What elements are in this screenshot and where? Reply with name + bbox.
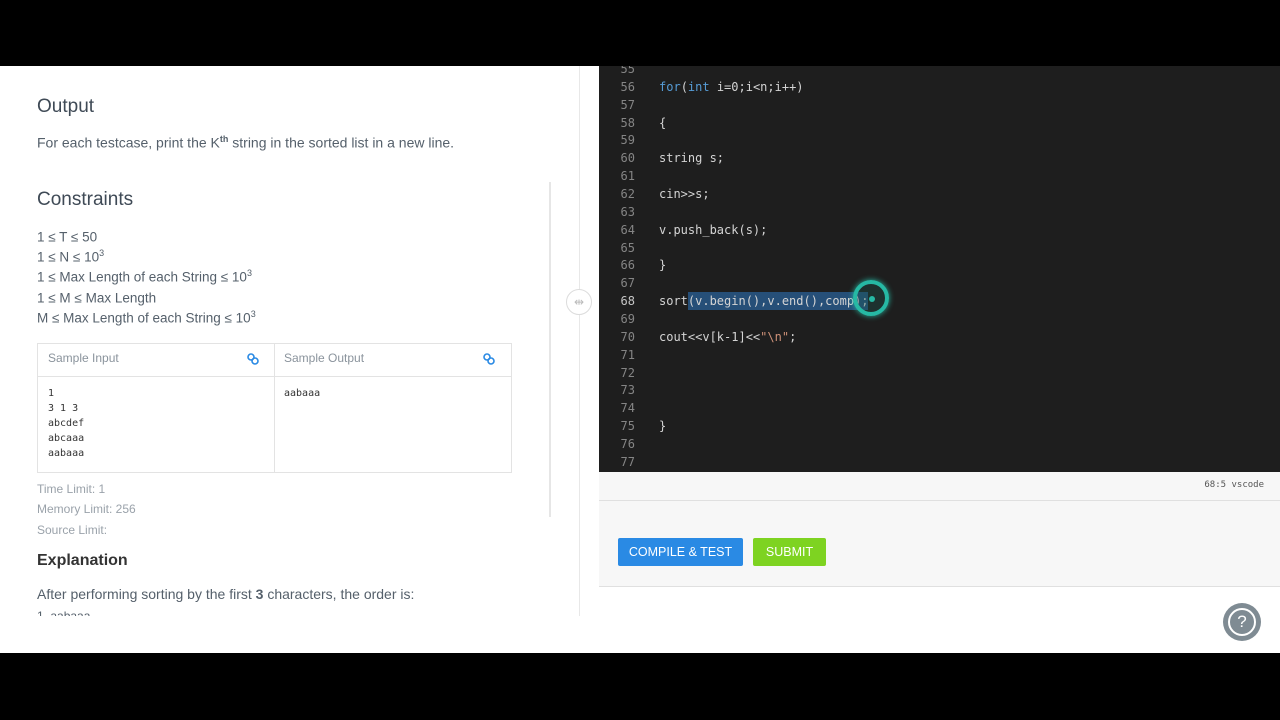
code-line[interactable]: } bbox=[659, 419, 666, 433]
line-number: 59 bbox=[620, 133, 635, 148]
splitter-handle-icon[interactable]: ⇹ bbox=[566, 289, 592, 315]
line-number: 63 bbox=[620, 204, 635, 219]
cursor-dot-icon bbox=[869, 296, 875, 302]
code-line[interactable]: { bbox=[659, 116, 666, 130]
sample-input-value: 1 3 1 3 abcdef abcaaa aabaaa bbox=[48, 388, 85, 459]
line-number: 62 bbox=[620, 187, 635, 202]
source-limit: Source Limit: bbox=[37, 523, 108, 537]
line-number: 56 bbox=[620, 79, 635, 94]
constraint-item: M ≤ Max Length of each String ≤ 103 bbox=[37, 309, 256, 326]
code-line[interactable]: v.push_back(s); bbox=[659, 223, 767, 237]
compile-test-button[interactable]: COMPILE & TEST bbox=[618, 538, 743, 566]
line-number: 73 bbox=[620, 383, 635, 398]
line-number: 58 bbox=[620, 115, 635, 130]
code-line[interactable]: } bbox=[659, 258, 666, 272]
editor-statusbar: 68:5 vscode bbox=[599, 472, 1280, 501]
output-text-before: For each testcase, print the K bbox=[37, 134, 220, 151]
line-number: 76 bbox=[620, 437, 635, 452]
line-number: 77 bbox=[620, 454, 635, 469]
line-number: 70 bbox=[620, 329, 635, 344]
line-number: 55 bbox=[620, 66, 635, 76]
line-number: 67 bbox=[620, 276, 635, 291]
sample-table: Sample Input Sample Output 1 3 1 3 abcde… bbox=[37, 343, 512, 473]
problem-scrollbar[interactable] bbox=[549, 182, 551, 517]
cursor-position: 68:5 vscode bbox=[1204, 480, 1264, 490]
output-text-after: string in the sorted list in a new line. bbox=[228, 134, 455, 151]
code-editor[interactable]: 55 56 for(int i=0;i<n;i++) 57 58 {59 60 string … bbox=[599, 66, 1280, 472]
line-number: 65 bbox=[620, 240, 635, 255]
line-number: 74 bbox=[620, 401, 635, 416]
constraint-item: 1 ≤ M ≤ Max Length bbox=[37, 290, 157, 306]
help-button[interactable]: ? bbox=[1223, 603, 1261, 641]
help-icon: ? bbox=[1228, 608, 1256, 636]
explanation-title: Explanation bbox=[37, 552, 128, 569]
code-line[interactable]: cin>>s; bbox=[659, 187, 710, 201]
constraints-title: Constraints bbox=[37, 189, 134, 210]
sample-input-label: Sample Input bbox=[48, 351, 119, 365]
action-bar: COMPILE & TEST SUBMIT bbox=[599, 501, 1280, 587]
problem-panel: Output For each testcase, print the Kth … bbox=[0, 66, 580, 616]
sample-output-value: aabaaa bbox=[284, 388, 321, 399]
line-number: 60 bbox=[620, 151, 635, 166]
submit-button[interactable]: SUBMIT bbox=[753, 538, 826, 566]
table-divider bbox=[274, 344, 275, 472]
code-line[interactable]: string s; bbox=[659, 151, 724, 165]
line-number: 71 bbox=[620, 347, 635, 362]
output-description: For each testcase, print the Kth string … bbox=[37, 134, 454, 151]
sample-output-label: Sample Output bbox=[284, 351, 365, 365]
constraint-item: 1 ≤ N ≤ 103 bbox=[37, 248, 105, 265]
constraint-item: 1 ≤ T ≤ 50 bbox=[37, 229, 98, 245]
line-number: 72 bbox=[620, 365, 635, 380]
memory-limit: Memory Limit: 256 bbox=[37, 502, 136, 516]
line-number: 64 bbox=[620, 222, 635, 237]
line-number: 57 bbox=[620, 97, 635, 112]
explanation-text: After performing sorting by the first 3 … bbox=[37, 586, 415, 602]
code-line[interactable]: cout<<v[k-1]<<"\n"; bbox=[659, 330, 796, 344]
copy-link-icon[interactable] bbox=[246, 352, 260, 366]
copy-link-icon[interactable] bbox=[482, 352, 496, 366]
line-number: 68 bbox=[620, 294, 635, 309]
line-number: 66 bbox=[620, 258, 635, 273]
code-line[interactable]: sort(v.begin(),v.end(),comp); bbox=[659, 294, 869, 308]
explanation-list-item: 1. aabaaa bbox=[37, 609, 91, 616]
time-limit: Time Limit: 1 bbox=[37, 482, 106, 496]
constraint-item: 1 ≤ Max Length of each String ≤ 103 bbox=[37, 268, 252, 285]
line-number: 69 bbox=[620, 312, 635, 327]
code-line[interactable]: for(int i=0;i<n;i++) bbox=[659, 80, 804, 94]
panel-divider bbox=[579, 66, 580, 616]
screen: Output For each testcase, print the Kth … bbox=[0, 66, 1280, 653]
table-divider bbox=[38, 376, 511, 377]
line-number: 61 bbox=[620, 169, 635, 184]
output-title: Output bbox=[37, 96, 95, 117]
line-number: 75 bbox=[620, 419, 635, 434]
